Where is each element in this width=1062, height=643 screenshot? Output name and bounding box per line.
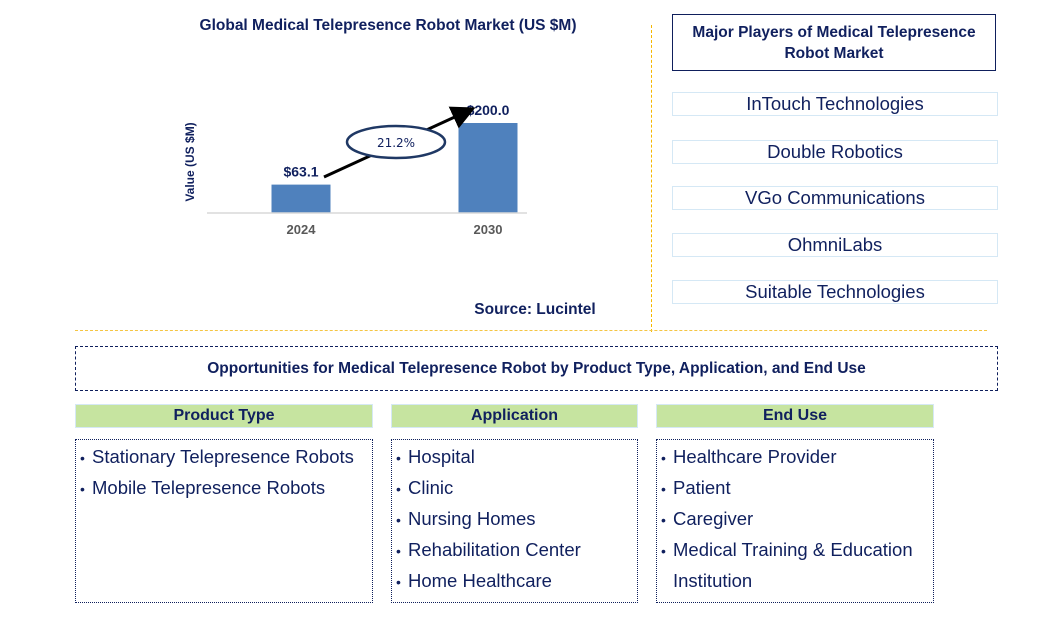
list-item: Healthcare Provider bbox=[661, 442, 933, 473]
player-item: Suitable Technologies bbox=[672, 280, 998, 304]
list-item: Patient bbox=[661, 473, 933, 504]
y-axis-label: Value (US $M) bbox=[183, 122, 197, 201]
opportunities-title: Opportunities for Medical Telepresence R… bbox=[75, 346, 998, 391]
list-item: Hospital bbox=[396, 442, 637, 473]
cagr-label: 21.2% bbox=[377, 136, 415, 150]
list-item: Medical Training & Education Institution bbox=[661, 535, 933, 596]
segment-list-application: Hospital Clinic Nursing Homes Rehabilita… bbox=[391, 439, 638, 603]
players-title: Major Players of Medical Telepresence Ro… bbox=[672, 14, 996, 71]
horizontal-divider bbox=[75, 330, 987, 331]
list-item: Rehabilitation Center bbox=[396, 535, 637, 566]
chart-title: Global Medical Telepresence Robot Market… bbox=[199, 17, 577, 34]
list-item: Nursing Homes bbox=[396, 504, 637, 535]
list-item: Clinic bbox=[396, 473, 637, 504]
player-item: OhmniLabs bbox=[672, 233, 998, 257]
bar-chart: Value (US $M) $63.1 2024 $200.0 2030 21.2% bbox=[183, 102, 527, 237]
segment-header-end-use: End Use bbox=[656, 404, 934, 428]
list-item: Home Healthcare bbox=[396, 566, 637, 597]
data-label-2030: $200.0 bbox=[467, 102, 510, 118]
x-tick-label-2024: 2024 bbox=[287, 222, 317, 237]
player-item: InTouch Technologies bbox=[672, 92, 998, 116]
segment-header-product-type: Product Type bbox=[75, 404, 373, 428]
x-tick-label-2030: 2030 bbox=[474, 222, 503, 237]
segment-list-product-type: Stationary Telepresence Robots Mobile Te… bbox=[75, 439, 373, 603]
list-item: Caregiver bbox=[661, 504, 933, 535]
bar-2024 bbox=[271, 184, 331, 213]
player-item: VGo Communications bbox=[672, 186, 998, 210]
player-item: Double Robotics bbox=[672, 140, 998, 164]
source-label: Source: Lucintel bbox=[474, 301, 596, 318]
segment-list-end-use: Healthcare Provider Patient Caregiver Me… bbox=[656, 439, 934, 603]
vertical-divider bbox=[651, 25, 652, 332]
segment-header-application: Application bbox=[391, 404, 638, 428]
bar-2030 bbox=[458, 123, 518, 213]
list-item: Stationary Telepresence Robots bbox=[80, 442, 372, 473]
list-item: Mobile Telepresence Robots bbox=[80, 473, 372, 504]
data-label-2024: $63.1 bbox=[283, 164, 318, 180]
